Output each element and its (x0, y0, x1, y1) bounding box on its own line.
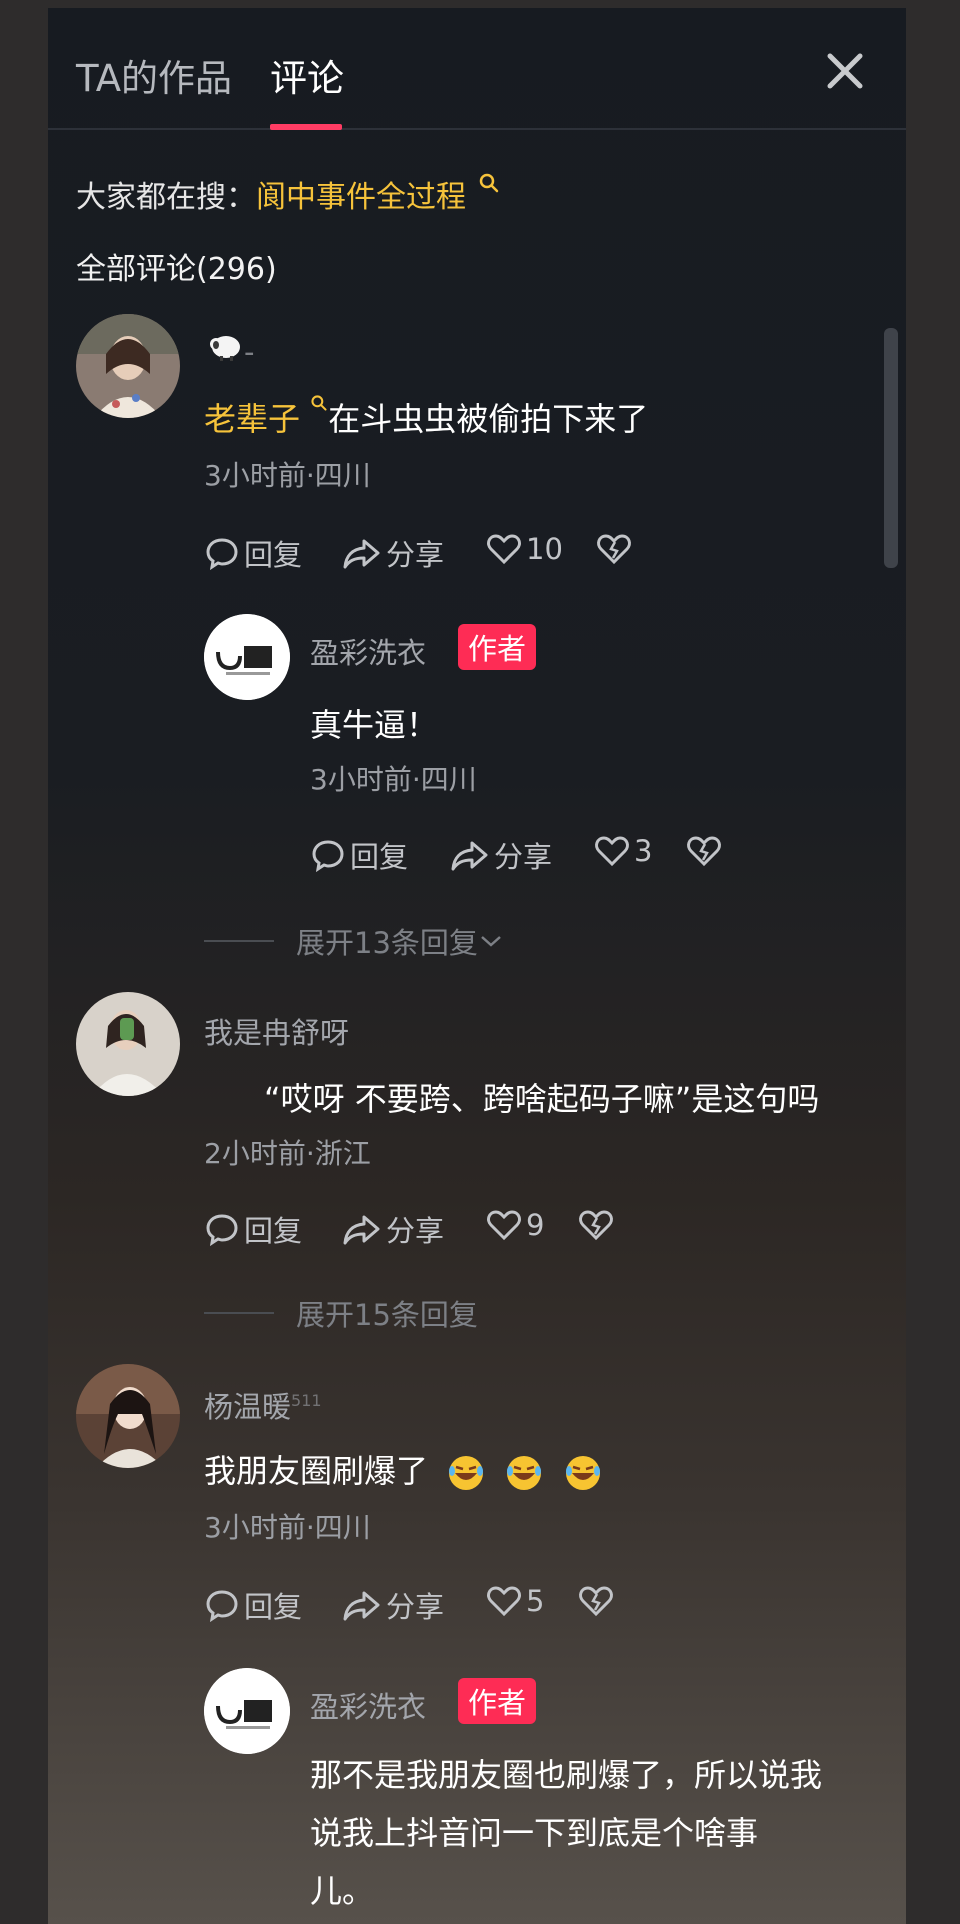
heart-icon (595, 836, 629, 867)
comment-meta: 3小时前·四川 (204, 459, 371, 492)
laughing-emoji-icon (449, 1456, 484, 1490)
tab-comments[interactable]: 评论 (270, 48, 344, 102)
share-button[interactable]: 分享 (342, 1584, 444, 1626)
dislike-button[interactable] (686, 834, 726, 868)
comment-meta: 2小时前·浙江 (204, 1137, 371, 1170)
reply-button[interactable]: 回复 (204, 1208, 302, 1250)
comment-panel: TA的作品 评论 大家都在搜：阆中事件全过程 全部评论(296) - 老辈子 在… (48, 8, 906, 1924)
search-icon[interactable] (310, 394, 328, 412)
author-avatar[interactable] (204, 1668, 290, 1754)
heart-icon (487, 1210, 521, 1241)
close-icon[interactable] (818, 44, 872, 98)
comments-count: 全部评论(296) (76, 252, 277, 287)
heart-icon (487, 1586, 521, 1617)
reply-icon (206, 538, 238, 571)
share-icon (343, 539, 380, 569)
comment-username[interactable]: - (208, 332, 254, 369)
share-button[interactable]: 分享 (450, 834, 552, 876)
comment-text: 我朋友圈刷爆了 (204, 1446, 603, 1493)
avatar[interactable] (76, 314, 180, 418)
dislike-button[interactable] (578, 1208, 618, 1242)
avatar[interactable] (76, 992, 180, 1096)
like-button[interactable]: 9 (486, 1208, 544, 1242)
like-button[interactable]: 5 (486, 1584, 544, 1618)
reply-text-line: 儿。 (310, 1872, 375, 1910)
tab-works[interactable]: TA的作品 (76, 48, 232, 102)
laughing-emoji-icon (507, 1456, 542, 1490)
search-suggestion: 大家都在搜：阆中事件全过程 (76, 172, 500, 216)
reply-button[interactable]: 回复 (310, 834, 408, 876)
reply-icon (312, 840, 344, 873)
comment-text: 老辈子 在斗虫虫被偷拍下来了 (204, 394, 648, 440)
scrollbar[interactable] (884, 328, 898, 568)
reply-text-line: 说我上抖音问一下到底是个啥事 (310, 1814, 759, 1852)
broken-heart-icon (597, 534, 631, 565)
reply-icon (206, 1214, 238, 1247)
sheep-emoji-icon (210, 336, 240, 361)
dislike-button[interactable] (596, 532, 636, 566)
broken-heart-icon (579, 1210, 613, 1241)
reply-meta: 3小时前·四川 (310, 763, 477, 796)
expand-replies-button[interactable]: 展开15条回复 (204, 1292, 478, 1334)
comment-username[interactable]: 杨温暖511 (204, 1384, 322, 1426)
comment-username[interactable]: 我是冉舒呀 (204, 1010, 349, 1052)
heart-icon (487, 534, 521, 565)
search-icon[interactable] (478, 172, 500, 194)
share-button[interactable]: 分享 (342, 1208, 444, 1250)
comment-keyword-link[interactable]: 老辈子 (204, 400, 300, 438)
like-button[interactable]: 10 (486, 532, 563, 566)
chevron-down-icon (481, 936, 501, 947)
reply-text-line: 那不是我朋友圈也刷爆了，所以说我 (310, 1756, 823, 1794)
search-keyword-link[interactable]: 阆中事件全过程 (256, 180, 466, 215)
share-icon (451, 841, 488, 871)
broken-heart-icon (687, 836, 721, 867)
tab-bar: TA的作品 评论 (48, 8, 906, 130)
comment-text: “哎呀 不要跨、跨啥起码子嘛”是这句吗 (264, 1080, 820, 1118)
author-badge: 作者 (458, 624, 537, 670)
author-avatar[interactable] (204, 614, 290, 700)
comment-meta: 3小时前·四川 (204, 1511, 371, 1544)
reply-icon (206, 1590, 238, 1623)
share-button[interactable]: 分享 (342, 532, 444, 574)
dislike-button[interactable] (578, 1584, 618, 1618)
author-badge: 作者 (458, 1678, 537, 1724)
reply-username[interactable]: 盈彩洗衣 (310, 1684, 426, 1726)
like-button[interactable]: 3 (594, 834, 652, 868)
reply-username[interactable]: 盈彩洗衣 (310, 630, 426, 672)
search-prefix: 大家都在搜： (76, 180, 256, 215)
avatar[interactable] (76, 1364, 180, 1468)
reply-button[interactable]: 回复 (204, 1584, 302, 1626)
active-tab-indicator (270, 124, 342, 130)
expand-replies-button[interactable]: 展开13条回复 (204, 920, 504, 962)
share-icon (343, 1591, 380, 1621)
laughing-emoji-icon (565, 1456, 600, 1490)
share-icon (343, 1215, 380, 1245)
broken-heart-icon (579, 1586, 613, 1617)
reply-text: 真牛逼！ (310, 706, 439, 744)
reply-button[interactable]: 回复 (204, 532, 302, 574)
